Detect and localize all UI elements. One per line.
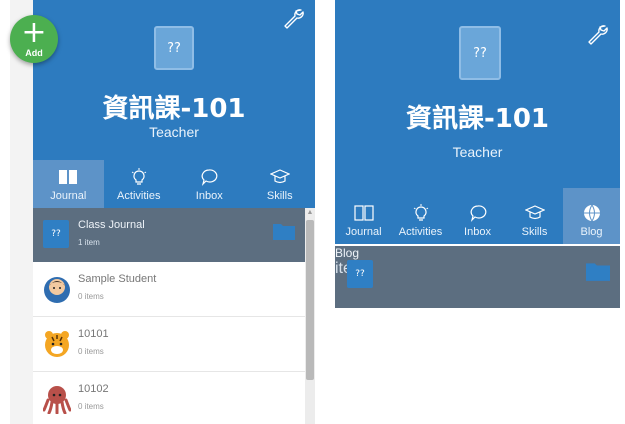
tab-journal[interactable]: Journal xyxy=(33,160,104,208)
item-count: 0 items xyxy=(78,402,104,411)
tab-label: Skills xyxy=(266,190,293,202)
lightbulb-icon xyxy=(128,168,150,186)
blog-icon: ?? xyxy=(347,260,373,288)
item-count: items xyxy=(335,260,620,278)
wrench-icon[interactable] xyxy=(585,22,609,46)
tab-activities[interactable]: Activities xyxy=(392,188,449,244)
book-icon xyxy=(57,168,79,186)
octopus-avatar-icon xyxy=(43,386,71,414)
item-count: 0 items xyxy=(78,292,104,301)
tab-label: Skills xyxy=(521,226,548,238)
book-icon xyxy=(353,204,375,222)
item-count: 1 item xyxy=(78,238,100,247)
tab-label: Journal xyxy=(50,190,87,202)
list-item[interactable]: Sample Student 0 items xyxy=(33,262,315,317)
class-header: ?? 資訊課-101 Teacher xyxy=(335,0,620,188)
class-header: ?? 資訊課-101 Teacher xyxy=(33,0,315,160)
add-button[interactable]: + Add xyxy=(10,15,58,63)
item-name: Sample Student xyxy=(78,273,157,285)
tiger-avatar-icon xyxy=(45,331,69,357)
tab-label: Activities xyxy=(117,190,161,202)
list-item[interactable]: 10102 0 items xyxy=(33,372,315,424)
plus-icon: + xyxy=(21,15,47,50)
right-panel: ?? 資訊課-101 Teacher Journal Activities In… xyxy=(335,0,620,424)
tab-skills[interactable]: Skills xyxy=(506,188,563,244)
tab-label: Activities xyxy=(398,226,443,238)
left-panel: ?? 資訊課-101 Teacher Journal Activities In… xyxy=(10,0,315,424)
tab-bar: Journal Activities Inbox Skills xyxy=(33,160,315,208)
item-name: 10101 xyxy=(78,328,109,340)
tab-bar: Journal Activities Inbox Skills Blog xyxy=(335,188,620,244)
tab-label: Journal xyxy=(345,226,382,238)
item-name: 10102 xyxy=(78,383,109,395)
tab-activities[interactable]: Activities xyxy=(104,160,175,208)
class-title: 資訊課-101 xyxy=(405,104,550,134)
class-title: 資訊課-101 xyxy=(102,94,246,124)
item-name: Blog xyxy=(335,246,360,260)
scrollbar-thumb[interactable] xyxy=(306,220,314,380)
blog-list-item[interactable]: ?? Blog items xyxy=(335,246,620,308)
tab-label: Blog xyxy=(580,226,603,238)
folder-icon[interactable] xyxy=(586,260,610,282)
folder-icon[interactable] xyxy=(273,222,295,240)
graduation-cap-icon xyxy=(524,204,546,222)
tab-label: Inbox xyxy=(195,190,223,202)
tab-label: Inbox xyxy=(464,226,491,238)
list-item[interactable]: ?? Class Journal 1 item xyxy=(33,208,315,262)
student-avatar-icon xyxy=(44,277,70,303)
chat-bubble-icon xyxy=(198,168,220,186)
role-label: Teacher xyxy=(452,144,503,160)
lightbulb-icon xyxy=(410,204,432,222)
tab-journal[interactable]: Journal xyxy=(335,188,392,244)
item-count: 0 items xyxy=(78,347,104,356)
scrollbar[interactable]: ▲ xyxy=(305,208,315,424)
item-name: Class Journal xyxy=(78,219,145,231)
scroll-up-icon[interactable]: ▲ xyxy=(305,208,315,218)
tab-inbox[interactable]: Inbox xyxy=(174,160,245,208)
tab-skills[interactable]: Skills xyxy=(245,160,316,208)
graduation-cap-icon xyxy=(269,168,291,186)
list-item[interactable]: 10101 0 items xyxy=(33,317,315,372)
class-logo: ?? xyxy=(154,26,194,70)
class-journal-icon: ?? xyxy=(43,220,69,248)
globe-icon xyxy=(581,204,603,222)
journal-list: ?? Class Journal 1 item Sample Student 0… xyxy=(33,208,315,424)
add-label: Add xyxy=(25,48,43,58)
role-label: Teacher xyxy=(149,124,199,140)
tab-blog[interactable]: Blog xyxy=(563,188,620,244)
tab-inbox[interactable]: Inbox xyxy=(449,188,506,244)
wrench-icon[interactable] xyxy=(281,6,305,30)
class-logo: ?? xyxy=(459,26,501,80)
chat-bubble-icon xyxy=(467,204,489,222)
